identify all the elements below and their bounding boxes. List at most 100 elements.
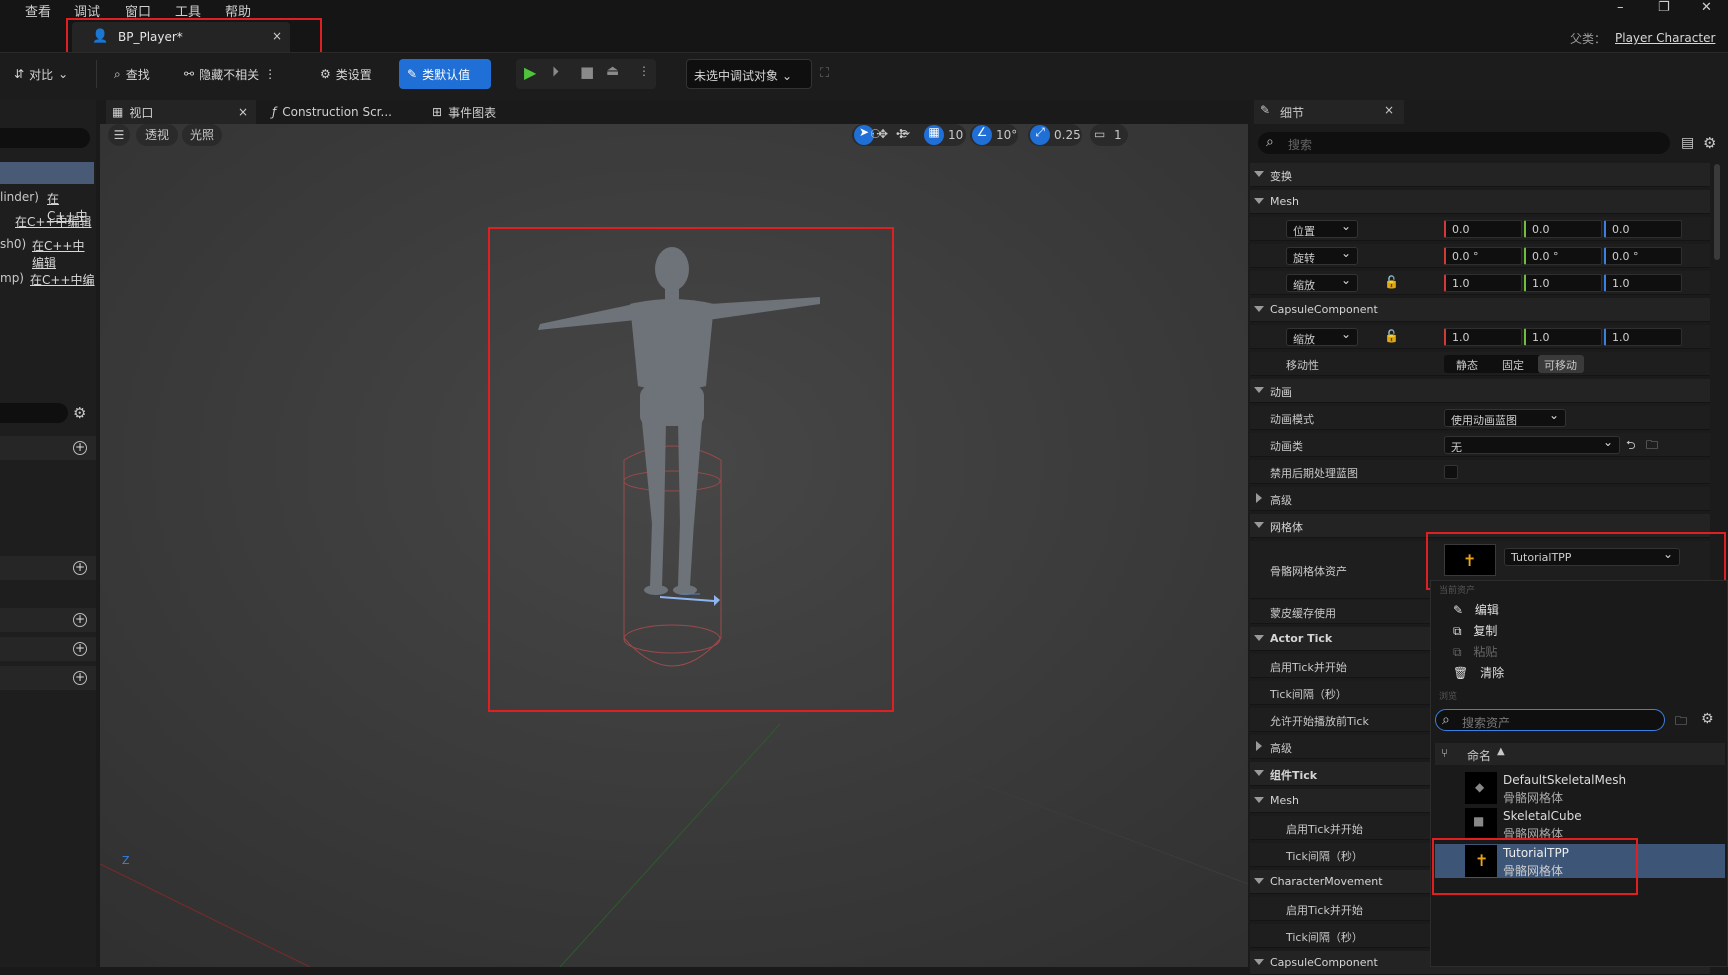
variable-search[interactable] bbox=[0, 403, 68, 423]
capsule-scale-select[interactable]: 缩放 bbox=[1286, 327, 1358, 346]
category-capsule[interactable]: CapsuleComponent bbox=[1250, 298, 1710, 322]
scale-y[interactable]: 1.0 bbox=[1524, 274, 1602, 292]
asset-name: SkeletalCube bbox=[1503, 809, 1582, 823]
hamburger-icon[interactable]: ☰ bbox=[108, 124, 130, 146]
rotation-z[interactable]: 0.0 ° bbox=[1604, 247, 1682, 265]
rotation-select[interactable]: 旋转 bbox=[1286, 246, 1358, 265]
category-transform[interactable]: 变换 bbox=[1250, 163, 1710, 187]
edit-in-cpp-link[interactable]: 在C++中编辑 bbox=[32, 237, 96, 271]
category-label: 组件Tick bbox=[1270, 769, 1318, 782]
scale-select[interactable]: 缩放 bbox=[1286, 273, 1358, 292]
camera-speed-value: 1 bbox=[1114, 128, 1122, 142]
scale-snap[interactable]: ⤢ 0.25 bbox=[1028, 124, 1082, 146]
mobility-toggle: 静态 固定 可移动 bbox=[1444, 355, 1584, 373]
find-button[interactable]: ⌕ 查找 bbox=[114, 62, 150, 86]
table-icon[interactable]: ▤ bbox=[1681, 135, 1694, 151]
category-label: 变换 bbox=[1270, 170, 1292, 183]
more-icon[interactable]: ⋮ bbox=[638, 64, 650, 78]
location-select[interactable]: 位置 bbox=[1286, 219, 1358, 238]
debug-object-select[interactable]: 未选中调试对象 ⌄ bbox=[686, 59, 812, 89]
use-asset-icon[interactable]: ⮌ bbox=[1626, 436, 1636, 457]
asset-list-header: ⑂ 命名 ▲ bbox=[1435, 743, 1725, 765]
anim-class-select[interactable]: 无 bbox=[1444, 435, 1620, 454]
mobility-movable[interactable]: 可移动 bbox=[1538, 355, 1584, 373]
close-tab-icon[interactable]: × bbox=[1384, 103, 1394, 117]
play-icon[interactable]: ▶ bbox=[524, 63, 536, 82]
hide-unrelated-button[interactable]: ⚯ 隐藏不相关 ⋮ bbox=[184, 62, 276, 86]
gear-icon[interactable]: ⚙ bbox=[73, 404, 86, 422]
menu-edit[interactable]: ✎ 编辑 bbox=[1453, 601, 1499, 618]
lock-icon[interactable]: 🔓 bbox=[1384, 275, 1399, 289]
tab-viewport[interactable]: ▦ 视口 × bbox=[106, 100, 256, 124]
location-x[interactable]: 0.0 bbox=[1444, 220, 1522, 238]
camera-speed[interactable]: ▭ 1 bbox=[1090, 124, 1128, 146]
tab-event-graph[interactable]: ⊞ 事件图表 bbox=[432, 100, 496, 124]
edit-in-cpp-link[interactable]: 在C++中编 bbox=[30, 271, 95, 288]
folder-icon[interactable]: 🗀 bbox=[1675, 712, 1687, 733]
scrollbar[interactable] bbox=[1714, 164, 1720, 260]
location-z[interactable]: 0.0 bbox=[1604, 220, 1682, 238]
menu-paste[interactable]: ⧉ 粘贴 bbox=[1453, 643, 1497, 660]
add-icon[interactable]: + bbox=[73, 671, 87, 685]
tab-details[interactable]: ✎ 细节 × bbox=[1254, 100, 1404, 124]
add-icon[interactable]: + bbox=[73, 642, 87, 656]
stop-icon[interactable]: ■ bbox=[580, 63, 594, 81]
lock-icon[interactable]: 🔓 bbox=[1384, 329, 1399, 343]
selected-component-row[interactable] bbox=[0, 162, 94, 184]
gear-icon[interactable]: ⚙ bbox=[1703, 134, 1716, 152]
class-defaults-button[interactable]: ✎ 类默认值 bbox=[399, 59, 491, 89]
mobility-stationary[interactable]: 固定 bbox=[1502, 357, 1524, 373]
tab-construction-script[interactable]: ƒ Construction Scr... bbox=[272, 100, 392, 124]
asset-item[interactable]: ◆ DefaultSkeletalMesh 骨骼网格体 bbox=[1435, 771, 1725, 805]
scale-x[interactable]: 1.0 bbox=[1444, 274, 1522, 292]
diff-button[interactable]: ⇵ 对比 ⌄ bbox=[14, 62, 68, 86]
component-search[interactable] bbox=[0, 128, 90, 148]
perspective-button[interactable]: 透视 bbox=[136, 124, 178, 146]
gear-icon[interactable]: ⚙ bbox=[1701, 711, 1714, 727]
parent-class-link[interactable]: Player Character bbox=[1615, 31, 1715, 45]
capsule-scale-y[interactable]: 1.0 bbox=[1524, 328, 1602, 346]
debug-filter-icon[interactable]: ⛶ bbox=[820, 66, 829, 81]
add-icon[interactable]: + bbox=[73, 561, 87, 575]
world-icon[interactable]: ⚇ bbox=[870, 127, 881, 141]
mobility-static[interactable]: 静态 bbox=[1456, 357, 1478, 373]
category-label: 网格体 bbox=[1270, 521, 1303, 534]
category-mesh[interactable]: Mesh bbox=[1250, 190, 1710, 214]
capsule-scale-z[interactable]: 1.0 bbox=[1604, 328, 1682, 346]
details-search-input[interactable]: ⌕ 搜索 bbox=[1258, 132, 1670, 154]
asset-item[interactable]: ■ SkeletalCube 骨骼网格体 bbox=[1435, 807, 1725, 841]
section-advanced[interactable]: 高级 bbox=[1250, 487, 1710, 511]
edit-in-cpp-link[interactable]: 在C++中编辑 bbox=[15, 213, 92, 230]
close-tab-icon[interactable]: × bbox=[238, 105, 248, 119]
rotation-y[interactable]: 0.0 ° bbox=[1524, 247, 1602, 265]
rotation-snap[interactable]: ∠ 10° bbox=[970, 124, 1018, 146]
asset-search-input[interactable]: ⌕ 搜索资产 bbox=[1435, 709, 1665, 731]
close-window-icon[interactable]: ✕ bbox=[1701, 0, 1712, 15]
category-label: Mesh bbox=[1270, 195, 1299, 208]
class-settings-button[interactable]: ⚙ 类设置 bbox=[320, 62, 372, 86]
category-animation[interactable]: 动画 bbox=[1250, 379, 1710, 403]
rotation-x[interactable]: 0.0 ° bbox=[1444, 247, 1522, 265]
add-icon[interactable]: + bbox=[73, 613, 87, 627]
step-icon[interactable]: ⏵ bbox=[552, 64, 559, 80]
location-y[interactable]: 0.0 bbox=[1524, 220, 1602, 238]
menu-copy[interactable]: ⧉ 复制 bbox=[1453, 622, 1497, 639]
anim-mode-select[interactable]: 使用动画蓝图 bbox=[1444, 408, 1566, 427]
browse-icon[interactable]: 🗀 bbox=[1646, 436, 1658, 457]
hide-unrelated-label: 隐藏不相关 bbox=[199, 67, 260, 82]
disable-post-checkbox[interactable] bbox=[1444, 465, 1458, 479]
branch-icon[interactable]: ⑂ bbox=[1441, 746, 1448, 760]
scale-z[interactable]: 1.0 bbox=[1604, 274, 1682, 292]
grid-snap[interactable]: ▦ 10 bbox=[922, 124, 966, 146]
eject-icon[interactable]: ⏏ bbox=[606, 63, 619, 79]
tick-interval-label: Tick间隔（秒） bbox=[1270, 688, 1347, 701]
menu-clear[interactable]: 🗑 清除 bbox=[1453, 664, 1504, 681]
add-icon[interactable]: + bbox=[73, 441, 87, 455]
gear-icon: ⚙ bbox=[320, 67, 331, 81]
lighting-button[interactable]: 光照 bbox=[182, 124, 222, 146]
column-name[interactable]: 命名 bbox=[1467, 747, 1491, 764]
snap-surface-icon[interactable]: ✣ bbox=[896, 127, 906, 141]
minimize-icon[interactable]: – bbox=[1617, 0, 1624, 15]
restore-icon[interactable]: ❐ bbox=[1658, 0, 1670, 15]
capsule-scale-x[interactable]: 1.0 bbox=[1444, 328, 1522, 346]
